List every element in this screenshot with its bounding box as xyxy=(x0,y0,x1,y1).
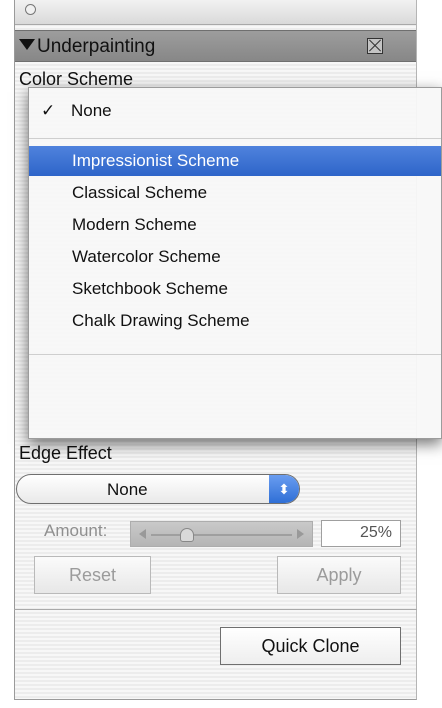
slider-thumb[interactable] xyxy=(179,528,194,542)
checkmark-icon: ✓ xyxy=(41,101,56,120)
quick-clone-button[interactable]: Quick Clone xyxy=(220,627,401,665)
slider-track[interactable] xyxy=(151,534,292,536)
edge-effect-select[interactable]: None ⬍ xyxy=(16,474,300,504)
menu-item-impressionist[interactable]: Impressionist Scheme xyxy=(29,146,441,176)
apply-button[interactable]: Apply xyxy=(277,556,401,594)
menu-separator xyxy=(29,138,441,139)
amount-label: Amount: xyxy=(44,521,108,540)
amount-slider[interactable] xyxy=(130,521,313,547)
slider-right-arrow-icon[interactable] xyxy=(297,529,304,539)
select-stepper-icon[interactable]: ⬍ xyxy=(269,475,299,503)
menu-item-watercolor[interactable]: Watercolor Scheme xyxy=(29,242,441,272)
title-bar[interactable] xyxy=(15,0,416,25)
window-circle-icon[interactable] xyxy=(25,4,36,15)
section-title-label: Underpainting xyxy=(37,36,156,57)
divider xyxy=(14,609,417,610)
close-box-icon[interactable] xyxy=(367,38,383,54)
menu-item-none[interactable]: ✓ None xyxy=(29,96,441,126)
menu-item-modern[interactable]: Modern Scheme xyxy=(29,210,441,240)
reset-button[interactable]: Reset xyxy=(34,556,151,594)
section-title[interactable]: Underpainting xyxy=(19,36,155,58)
menu-item-classical[interactable]: Classical Scheme xyxy=(29,178,441,208)
edge-effect-value: None xyxy=(107,480,148,499)
disclosure-triangle-icon[interactable] xyxy=(19,39,35,50)
menu-item-chalk-drawing[interactable]: Chalk Drawing Scheme xyxy=(29,306,441,336)
edge-effect-label: Edge Effect xyxy=(19,443,112,463)
menu-item-sketchbook[interactable]: Sketchbook Scheme xyxy=(29,274,441,304)
slider-left-arrow-icon[interactable] xyxy=(139,529,146,539)
color-scheme-menu[interactable]: ✓ None Impressionist Scheme Classical Sc… xyxy=(28,87,442,439)
menu-item-none-label: None xyxy=(71,101,112,120)
section-header[interactable]: Underpainting xyxy=(15,30,416,62)
amount-field[interactable]: 25% xyxy=(321,520,401,547)
menu-separator xyxy=(29,354,441,355)
